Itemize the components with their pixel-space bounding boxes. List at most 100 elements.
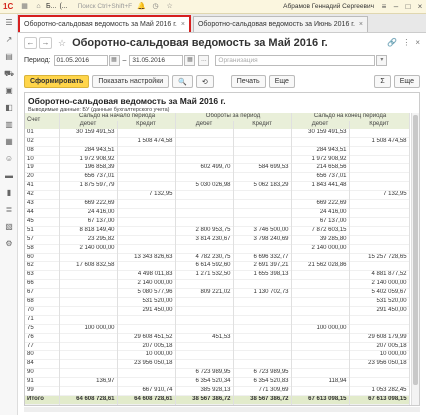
amount-cell[interactable] [175,172,234,182]
amount-cell[interactable] [291,333,350,343]
amount-cell[interactable] [59,279,118,289]
account-cell[interactable]: 42 [25,190,60,200]
search-icon[interactable]: 🔍 [172,75,193,88]
amount-cell[interactable] [175,208,234,218]
table-row[interactable]: 76 29 608 451,52 451,53 29 608 179,99 [25,333,410,343]
table-row[interactable]: 02 1 508 474,58 1 508 474,58 [25,137,410,147]
close-icon[interactable]: × [414,2,426,11]
period-select-icon[interactable]: … [198,55,210,66]
amount-cell[interactable] [59,190,118,200]
amount-cell[interactable] [59,315,118,325]
amount-cell[interactable]: 1 972 908,92 [59,155,118,164]
amount-cell[interactable] [175,190,234,200]
amount-cell[interactable] [59,342,118,351]
amount-cell[interactable] [349,377,410,387]
amount-cell[interactable] [349,217,410,227]
amount-cell[interactable]: 10 000,00 [117,350,176,360]
amount-cell[interactable]: 5 030 026,98 [175,181,234,191]
amount-cell[interactable]: 4 498 011,83 [117,270,176,280]
calendar-icon[interactable]: ▦ [184,55,196,66]
amount-cell[interactable] [117,181,176,191]
close-icon[interactable]: × [181,21,185,28]
amount-cell[interactable]: 17 608 832,58 [59,261,118,271]
amount-cell[interactable] [233,244,292,253]
amount-cell[interactable]: 23 295,82 [59,235,118,245]
account-cell[interactable]: 60 [25,253,60,262]
search-clear-icon[interactable]: ⟲ [195,75,214,88]
more-button-2[interactable]: Еще [393,75,420,88]
amount-cell[interactable]: 531 520,00 [349,297,410,307]
amount-cell[interactable]: 7 132,95 [117,190,176,200]
user-name[interactable]: Абрамов Геннадий Сергеевич [283,3,374,10]
amount-cell[interactable]: 23 956 050,18 [117,359,176,369]
amount-cell[interactable]: 5 080 577,96 [117,288,176,298]
table-row[interactable]: 68 531 520,00 531 520,00 [25,297,410,307]
account-cell[interactable]: 08 [25,146,60,156]
table-row[interactable]: 44 24 416,00 24 416,00 [25,208,410,218]
period-from-field[interactable]: 01.05.2016 [53,55,108,66]
chevron-down-icon[interactable]: ▾ [376,55,388,66]
amount-cell[interactable]: 771 309,69 [233,386,292,396]
amount-cell[interactable] [117,199,176,209]
amount-cell[interactable]: 100 000,00 [291,324,350,334]
amount-cell[interactable] [175,217,234,227]
amount-cell[interactable] [175,359,234,369]
account-cell[interactable]: 45 [25,217,60,227]
amount-cell[interactable]: 291 450,00 [349,306,410,316]
amount-cell[interactable]: 39 285,80 [291,235,350,245]
amount-cell[interactable] [291,359,350,369]
close-icon[interactable]: × [415,38,420,47]
forward-arrow-icon[interactable]: → [39,37,52,49]
amount-cell[interactable] [349,324,410,334]
table-row[interactable]: 60 13 343 826,63 4 782 230,75 6 696 332,77 1… [25,253,410,262]
account-cell[interactable]: 43 [25,199,60,209]
amount-cell[interactable] [175,155,234,164]
account-cell[interactable]: 02 [25,137,60,147]
amount-cell[interactable]: 1 053 282,45 [349,386,410,396]
amount-cell[interactable] [117,244,176,253]
amount-cell[interactable] [291,297,350,307]
table-row[interactable]: 63 4 498 011,83 1 271 532,50 1 655 398,13 4 … [25,270,410,280]
amount-cell[interactable] [349,181,410,191]
amount-cell[interactable] [175,137,234,147]
amount-cell[interactable] [349,244,410,253]
table-row[interactable]: 84 23 956 050,18 23 956 050,18 [25,359,410,369]
amount-cell[interactable] [117,315,176,325]
bell-icon[interactable]: 🔔 [137,2,146,11]
amount-cell[interactable]: 656 737,01 [291,172,350,182]
amount-cell[interactable] [59,306,118,316]
amount-cell[interactable] [59,270,118,280]
minimize-icon[interactable]: – [390,2,402,11]
amount-cell[interactable] [117,377,176,387]
calendar-icon[interactable]: ▦ [108,55,120,66]
amount-cell[interactable] [117,261,176,271]
account-cell[interactable]: 90 [25,368,60,378]
show-settings-button[interactable]: Показать настройки [92,75,170,88]
history-icon[interactable]: ◷ [151,2,160,11]
amount-cell[interactable] [117,226,176,236]
books-icon[interactable]: ▦ [0,133,18,150]
amount-cell[interactable] [117,217,176,227]
amount-cell[interactable]: 2 140 000,00 [59,244,118,253]
amount-cell[interactable] [59,368,118,378]
amount-cell[interactable]: 6 614 592,60 [175,261,234,271]
amount-cell[interactable]: 23 956 050,18 [349,359,410,369]
amount-cell[interactable] [349,199,410,209]
generate-button[interactable]: Сформировать [24,75,90,88]
amount-cell[interactable]: 584 699,53 [233,163,292,173]
amount-cell[interactable] [291,270,350,280]
grid-icon[interactable]: ▦ [20,2,29,11]
amount-cell[interactable]: 4 782 230,75 [175,253,234,262]
amount-cell[interactable] [59,297,118,307]
table-row[interactable]: 67 5 080 577,96 809 221,02 1 130 702,73 5 40… [25,288,410,298]
account-cell[interactable]: 68 [25,297,60,307]
amount-cell[interactable]: 207 005,18 [117,342,176,351]
amount-cell[interactable] [175,244,234,253]
table-row[interactable]: 57 23 295,82 3 814 230,67 3 798 240,69 39 28… [25,235,410,245]
sum-icon[interactable]: Σ [374,75,391,88]
amount-cell[interactable] [175,146,234,156]
amount-cell[interactable]: 3 798 240,69 [233,235,292,245]
amount-cell[interactable]: 669 222,69 [291,199,350,209]
amount-cell[interactable] [349,146,410,156]
table-row[interactable]: 20 656 737,01 656 737,01 [25,172,410,182]
